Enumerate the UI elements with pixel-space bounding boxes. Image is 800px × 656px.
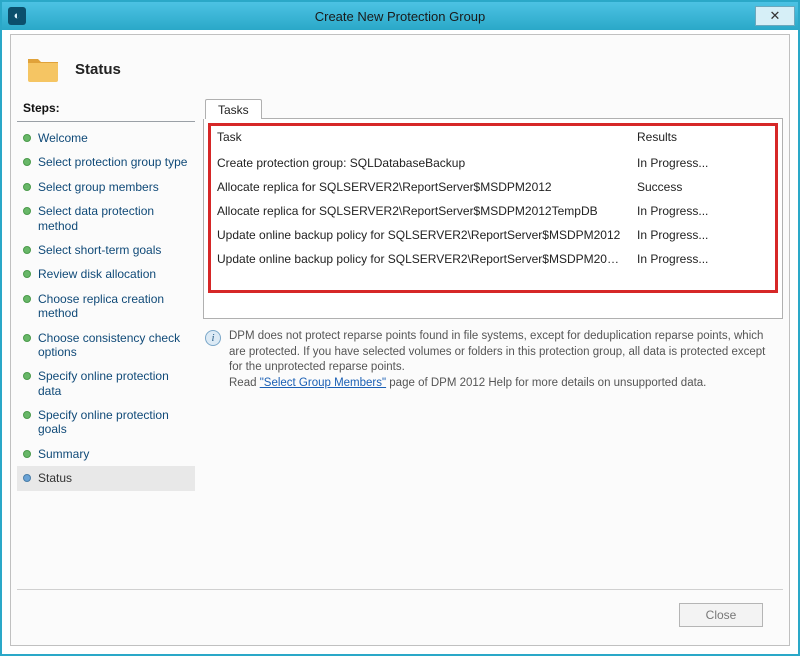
step-item[interactable]: Summary xyxy=(17,442,195,466)
step-label: Choose consistency check options xyxy=(38,331,189,360)
tasks-table: Task Results Create protection group: SQ… xyxy=(211,126,775,271)
step-bullet-icon xyxy=(23,450,31,458)
info-link-select-group-members[interactable]: "Select Group Members" xyxy=(260,377,386,389)
col-header-task[interactable]: Task xyxy=(211,126,631,151)
body-row: Steps: Welcome Select protection group ty… xyxy=(17,97,783,589)
tab-strip: Tasks xyxy=(203,97,783,119)
result-cell: In Progress... xyxy=(631,151,775,176)
step-bullet-icon xyxy=(23,270,31,278)
step-bullet-icon xyxy=(23,134,31,142)
step-label: Welcome xyxy=(38,131,88,145)
wizard-window: ◐ Create New Protection Group ✕ Status S… xyxy=(0,0,800,656)
step-item[interactable]: Status xyxy=(17,466,195,490)
step-bullet-icon xyxy=(23,246,31,254)
step-item[interactable]: Select data protection method xyxy=(17,199,195,238)
step-label: Specify online protection data xyxy=(38,369,189,398)
footer: Close xyxy=(17,589,783,639)
step-label: Review disk allocation xyxy=(38,267,156,281)
tasks-panel: Task Results Create protection group: SQ… xyxy=(203,119,783,319)
task-cell: Create protection group: SQLDatabaseBack… xyxy=(211,151,631,176)
table-row[interactable]: Update online backup policy for SQLSERVE… xyxy=(211,223,775,247)
table-row[interactable]: Update online backup policy for SQLSERVE… xyxy=(211,247,775,271)
steps-list: Welcome Select protection group type Selec… xyxy=(17,122,195,491)
step-bullet-icon xyxy=(23,158,31,166)
folder-icon xyxy=(27,55,59,83)
col-header-results[interactable]: Results xyxy=(631,126,775,151)
step-item[interactable]: Welcome xyxy=(17,126,195,150)
step-bullet-icon xyxy=(23,183,31,191)
step-item[interactable]: Select group members xyxy=(17,175,195,199)
steps-header: Steps: xyxy=(17,97,195,122)
step-label: Choose replica creation method xyxy=(38,292,189,321)
page-title: Status xyxy=(75,61,121,78)
step-item[interactable]: Choose consistency check options xyxy=(17,326,195,365)
step-label: Select short-term goals xyxy=(38,243,161,257)
step-item[interactable]: Review disk allocation xyxy=(17,262,195,286)
close-button[interactable]: Close xyxy=(679,603,763,627)
step-item[interactable]: Specify online protection data xyxy=(17,364,195,403)
task-cell: Allocate replica for SQLSERVER2\ReportSe… xyxy=(211,175,631,199)
step-bullet-icon xyxy=(23,411,31,419)
step-item[interactable]: Select short-term goals xyxy=(17,238,195,262)
step-bullet-icon xyxy=(23,474,31,482)
step-label: Select data protection method xyxy=(38,204,189,233)
app-icon: ◐ xyxy=(8,7,26,25)
result-cell: In Progress... xyxy=(631,223,775,247)
info-text: DPM does not protect reparse points foun… xyxy=(229,329,777,391)
step-label: Select group members xyxy=(38,180,159,194)
highlighted-task-box: Task Results Create protection group: SQ… xyxy=(208,123,778,293)
step-bullet-icon xyxy=(23,334,31,342)
table-row[interactable]: Allocate replica for SQLSERVER2\ReportSe… xyxy=(211,199,775,223)
tab-tasks[interactable]: Tasks xyxy=(205,99,262,119)
step-label: Status xyxy=(38,471,72,485)
step-item[interactable]: Specify online protection goals xyxy=(17,403,195,442)
task-cell: Allocate replica for SQLSERVER2\ReportSe… xyxy=(211,199,631,223)
step-item[interactable]: Choose replica creation method xyxy=(17,287,195,326)
client-area: Status Steps: Welcome Select protection g… xyxy=(2,30,798,654)
table-row[interactable]: Create protection group: SQLDatabaseBack… xyxy=(211,151,775,176)
window-close-button[interactable]: ✕ xyxy=(755,6,795,26)
main-panel: Tasks Task Results xyxy=(203,97,783,589)
info-text-after: page of DPM 2012 Help for more details o… xyxy=(386,377,706,389)
titlebar: ◐ Create New Protection Group ✕ xyxy=(2,2,798,30)
result-cell: Success xyxy=(631,175,775,199)
steps-sidebar: Steps: Welcome Select protection group ty… xyxy=(17,97,195,589)
window-title: Create New Protection Group xyxy=(2,9,798,24)
page-header: Status xyxy=(17,41,783,97)
table-row[interactable]: Allocate replica for SQLSERVER2\ReportSe… xyxy=(211,175,775,199)
step-label: Summary xyxy=(38,447,89,461)
info-row: i DPM does not protect reparse points fo… xyxy=(203,319,783,391)
task-cell: Update online backup policy for SQLSERVE… xyxy=(211,247,631,271)
step-label: Specify online protection goals xyxy=(38,408,189,437)
step-bullet-icon xyxy=(23,295,31,303)
wizard-inner: Status Steps: Welcome Select protection g… xyxy=(10,34,790,646)
result-cell: In Progress... xyxy=(631,247,775,271)
step-bullet-icon xyxy=(23,207,31,215)
step-bullet-icon xyxy=(23,372,31,380)
info-icon: i xyxy=(205,330,221,346)
task-cell: Update online backup policy for SQLSERVE… xyxy=(211,223,631,247)
result-cell: In Progress... xyxy=(631,199,775,223)
step-label: Select protection group type xyxy=(38,155,187,169)
step-item[interactable]: Select protection group type xyxy=(17,150,195,174)
